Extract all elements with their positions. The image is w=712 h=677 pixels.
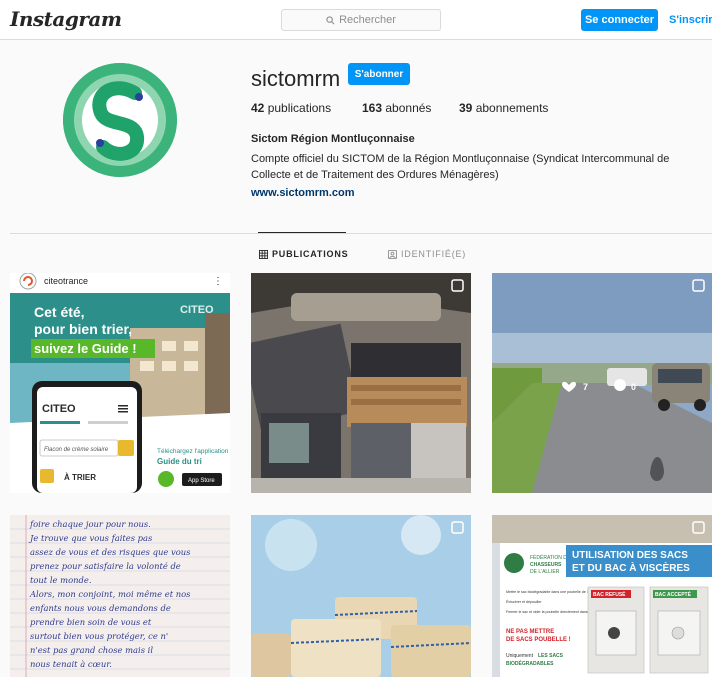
letter-line-6: Alors, mon conjoint, moi même et nos xyxy=(29,589,191,599)
profile-website-link[interactable]: www.sictomrm.com xyxy=(251,187,355,199)
signup-link[interactable]: S'inscrire xyxy=(669,14,712,26)
post6-footer-1: Uniquement xyxy=(506,653,534,659)
profile-bio: Compte officiel du SICTOM de la Région M… xyxy=(251,153,670,181)
post6-refused-label: BAC REFUSÉ xyxy=(593,590,626,598)
stat-following[interactable]: 39 abonnements xyxy=(459,101,548,115)
post6-org-3: DE L'ALLIER xyxy=(530,569,560,575)
post1-phone-search: Flacon de crème solaire xyxy=(44,447,109,453)
post6-title-2: ET DU BAC À VISCÈRES xyxy=(572,561,690,574)
follow-button[interactable]: S'abonner xyxy=(348,63,410,85)
letter-line-8: prendre bien soin de vous et xyxy=(30,617,152,627)
post1-headline-2: pour bien trier, xyxy=(34,321,132,337)
search-box[interactable]: Rechercher xyxy=(281,9,441,31)
stat-followers[interactable]: 163 abonnés xyxy=(362,101,459,115)
post6-warning-2: DE SACS POUBELLE ! xyxy=(506,637,571,643)
stat-publications: 42 publications xyxy=(251,101,332,115)
tagged-user-icon xyxy=(388,249,397,259)
login-button[interactable]: Se connecter xyxy=(581,9,658,31)
instagram-logo[interactable]: Instagram xyxy=(10,7,122,31)
post1-phone-sort: À TRIER xyxy=(64,473,96,482)
letter-line-9: surtout bien vous protéger, ce n' xyxy=(30,631,168,641)
post1-download-1: Téléchargez l'application xyxy=(157,448,229,455)
letter-line-4: prenez pour satisfaire la volonté de xyxy=(30,561,181,571)
search-placeholder: Rechercher xyxy=(339,14,396,26)
letter-line-11: nous tenait à cœur. xyxy=(30,659,112,669)
post1-more-icon[interactable]: ⋮ xyxy=(213,276,223,287)
tab-tagged[interactable]: IDENTIFIÉ(E) xyxy=(388,249,466,259)
letter-line-3: assez de vous et des risques que vous xyxy=(30,547,191,557)
letter-line-5: tout le monde. xyxy=(30,575,91,585)
post6-accepted-label: BAC ACCEPTÉ xyxy=(655,590,692,598)
post1-headline-1: Cet été, xyxy=(34,304,85,320)
post1-app-store-badge: App Store xyxy=(188,478,215,484)
post6-footer-2: LES SACS xyxy=(538,653,564,659)
comment-icon xyxy=(614,379,626,391)
post1-phone-brand: CITEO xyxy=(42,403,76,415)
post1-account-name: citeotrance xyxy=(44,276,88,286)
post6-title-1: UTILISATION DES SACS xyxy=(572,550,688,561)
grid-icon xyxy=(259,249,268,259)
post1-brand-watermark: CITEO xyxy=(180,304,214,316)
profile-avatar[interactable] xyxy=(63,63,177,177)
post-thumbnail-6[interactable]: FÉDÉRATION DES CHASSEURS DE L'ALLIER UTI… xyxy=(492,515,712,677)
tab-publications[interactable]: PUBLICATIONS xyxy=(259,249,348,259)
search-icon xyxy=(326,15,335,24)
post1-headline-3: suivez le Guide ! xyxy=(34,341,137,356)
post6-bullet-1: Mettre le sac biodégradable dans une pou… xyxy=(506,590,602,594)
post-thumbnail-5[interactable] xyxy=(251,515,471,677)
post6-bullet-3: Fermer le sac et vider la poubelle direc… xyxy=(506,610,598,614)
post1-download-2: Guide du tri xyxy=(157,457,202,466)
letter-line-10: n'est pas grand chose mais il xyxy=(30,645,153,655)
tabs-divider xyxy=(10,233,712,234)
top-navigation-bar: Instagram Rechercher Se connecter S'insc… xyxy=(0,0,712,40)
profile-full-name: Sictom Région Montluçonnaise xyxy=(251,133,415,145)
profile-username: sictomrm xyxy=(251,66,341,91)
post-thumbnail-4[interactable]: foire chaque jour pour nous. Je trouve q… xyxy=(10,515,230,677)
post-thumbnail-2[interactable] xyxy=(251,273,471,493)
post6-warning-1: NE PAS METTRE xyxy=(506,629,554,635)
post6-footer-3: BIODÉGRADABLES xyxy=(506,659,554,667)
letter-line-1: foire chaque jour pour nous. xyxy=(29,519,151,529)
post3-comment-count: 0 xyxy=(631,382,636,392)
post-thumbnail-1[interactable]: citeotrance ⋮ CITEO Cet été, pour bien t… xyxy=(10,273,230,493)
letter-line-2: Je trouve que vous faites pas xyxy=(28,533,153,543)
post-thumbnail-3[interactable]: 7 0 xyxy=(492,273,712,493)
sictom-logo-icon xyxy=(63,63,177,177)
letter-line-7: enfants nous vous demandons de xyxy=(30,603,171,613)
post6-bullet-2: Éviscérer et dépouiller xyxy=(506,599,542,604)
profile-stats: 42 publications 163 abonnés 39 abonnemen… xyxy=(251,101,548,115)
post6-org-2: CHASSEURS xyxy=(530,562,562,568)
active-tab-indicator xyxy=(258,232,346,233)
post3-like-count: 7 xyxy=(583,382,588,392)
